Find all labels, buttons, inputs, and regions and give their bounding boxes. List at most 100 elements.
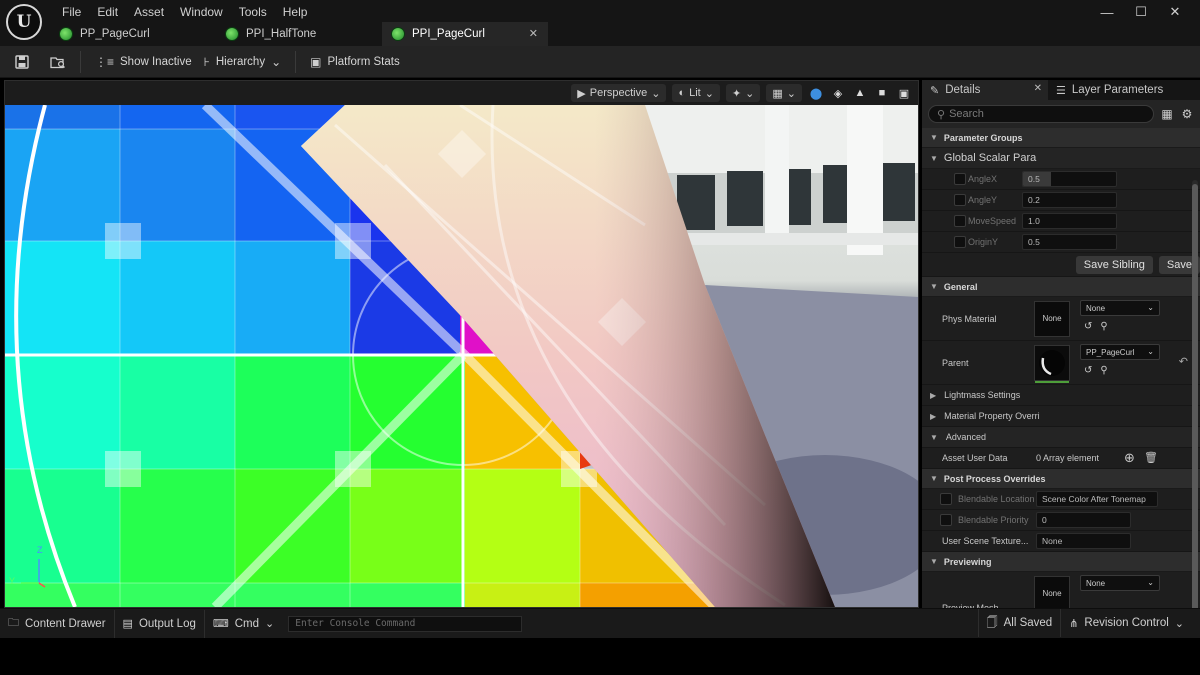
asset-toolbar: ⋮≡ Show Inactive ⊦ Hierarchy ⌄ ▣ Platfor…: [0, 46, 1200, 78]
override-checkbox[interactable]: [954, 215, 966, 227]
console-command-input[interactable]: [295, 618, 516, 629]
asset-user-data-row: Asset User Data 0 Array element ⊕ 🗑: [922, 448, 1200, 469]
override-checkbox[interactable]: [940, 493, 952, 505]
override-checkbox[interactable]: [940, 514, 952, 526]
show-flags-dropdown[interactable]: ✦ ⌄: [725, 84, 761, 102]
close-icon[interactable]: ✕: [1158, 3, 1192, 21]
chevron-down-icon: ⌄: [1174, 617, 1184, 630]
revision-control-icon: ⋔: [1069, 617, 1079, 630]
phys-material-thumbnail[interactable]: None: [1034, 300, 1070, 337]
section-post-process-overrides[interactable]: ▼ Post Process Overrides: [922, 469, 1200, 489]
content-drawer-button[interactable]: 🗀 Content Drawer: [0, 609, 115, 638]
tab-ppi-halftone[interactable]: PPI_HalfTone: [216, 22, 382, 46]
all-saved-button[interactable]: 🗍 All Saved: [977, 609, 1062, 637]
close-icon[interactable]: ✕: [529, 27, 538, 40]
lit-label: Lit: [689, 87, 701, 99]
details-scrollbar[interactable]: [1192, 180, 1198, 608]
console-command-box[interactable]: [288, 615, 523, 632]
parent-combo[interactable]: PP_PageCurl ⌄: [1080, 344, 1160, 360]
param-value-field[interactable]: 1.0: [1022, 213, 1117, 229]
param-value-field[interactable]: 0.5: [1022, 171, 1117, 187]
menu-file[interactable]: File: [54, 4, 89, 20]
section-parameter-groups[interactable]: ▼ Parameter Groups: [922, 128, 1200, 148]
save-sibling-button[interactable]: Save Sibling: [1075, 255, 1153, 274]
cylinder-preview-icon[interactable]: ▲: [852, 85, 868, 101]
preview-settings-dropdown[interactable]: ▦ ⌄: [766, 84, 802, 102]
user-scene-texture-field[interactable]: None: [1036, 533, 1131, 549]
combo-value: Scene Color After Tonemap: [1042, 494, 1146, 504]
override-checkbox[interactable]: [954, 173, 966, 185]
plane-preview-icon[interactable]: ◈: [830, 85, 846, 101]
menu-asset[interactable]: Asset: [126, 4, 172, 20]
table-view-icon[interactable]: ▦: [1160, 107, 1174, 121]
toolbar-separator: [295, 50, 297, 73]
cube-preview-icon[interactable]: ■: [874, 85, 890, 101]
show-inactive-button[interactable]: ⋮≡ Show Inactive: [89, 50, 198, 74]
browse-icon[interactable]: ⚲: [1100, 321, 1107, 332]
tab-layer-parameters[interactable]: ☰ Layer Parameters: [1048, 80, 1171, 100]
menu-window[interactable]: Window: [172, 4, 231, 20]
search-input[interactable]: [949, 108, 1130, 120]
override-checkbox[interactable]: [954, 194, 966, 206]
add-element-icon[interactable]: ⊕: [1124, 450, 1135, 466]
lit-dropdown[interactable]: ◐ Lit ⌄: [672, 84, 720, 102]
show-inactive-label: Show Inactive: [120, 55, 192, 68]
field-value: 0: [1042, 515, 1047, 525]
param-value: 0.2: [1028, 195, 1040, 205]
axis-y-label: Y: [9, 576, 16, 586]
menu-tools[interactable]: Tools: [231, 4, 275, 20]
custom-mesh-preview-icon[interactable]: ▣: [896, 85, 912, 101]
trash-icon[interactable]: 🗑: [1144, 451, 1158, 464]
blendable-location-combo[interactable]: Scene Color After Tonemap: [1036, 491, 1158, 507]
reset-to-default-icon[interactable]: ↶: [1179, 355, 1188, 368]
blendable-priority-field[interactable]: 0: [1036, 512, 1131, 528]
chevron-down-icon: ⌄: [265, 618, 275, 630]
viewport-canvas[interactable]: Z Y: [5, 105, 918, 607]
override-checkbox[interactable]: [954, 236, 966, 248]
unreal-engine-logo-icon[interactable]: U: [6, 4, 42, 40]
revision-control-button[interactable]: ⋔ Revision Control ⌄: [1061, 609, 1192, 637]
asset-type-underline: [1035, 380, 1069, 383]
minimize-icon[interactable]: —: [1090, 3, 1124, 21]
tab-details[interactable]: ✎ Details ✕: [922, 80, 1048, 100]
show-flags-icon: ✦: [731, 87, 742, 100]
group-global-scalar[interactable]: ▼ Global Scalar Para: [922, 148, 1200, 169]
param-value-field[interactable]: 0.2: [1022, 192, 1117, 208]
perspective-dropdown[interactable]: ▶ Perspective ⌄: [571, 84, 667, 102]
menu-edit[interactable]: Edit: [89, 4, 126, 20]
collapse-arrow-icon: ▼: [930, 432, 938, 442]
gear-icon[interactable]: ⚙: [1180, 107, 1194, 121]
material-property-overrides-row[interactable]: ▶ Material Property Overri: [922, 406, 1200, 427]
preview-mesh-thumbnail[interactable]: None: [1034, 575, 1070, 608]
platform-stats-icon: ▣: [310, 54, 322, 69]
tab-pp-pagecurl[interactable]: PP_PageCurl: [50, 22, 216, 46]
tab-ppi-pagecurl[interactable]: PPI_PageCurl ✕: [382, 22, 548, 46]
sphere-preview-icon[interactable]: ⬤: [808, 85, 824, 101]
advanced-row[interactable]: ▼ Advanced: [922, 427, 1200, 448]
save-icon[interactable]: [8, 50, 36, 74]
scrollbar-thumb[interactable]: [1192, 184, 1198, 608]
save-buttons-row: Save Sibling Save: [922, 253, 1200, 277]
section-previewing[interactable]: ▼ Previewing: [922, 552, 1200, 572]
browse-icon[interactable]: ⚲: [1100, 365, 1107, 376]
lit-sphere-icon: ◐: [678, 87, 686, 99]
hierarchy-button[interactable]: ⊦ Hierarchy ⌄: [198, 50, 288, 74]
close-icon[interactable]: ✕: [1034, 83, 1042, 94]
cmd-dropdown[interactable]: ⌨ Cmd ⌄: [205, 610, 282, 638]
output-log-button[interactable]: ▤ Output Log: [115, 609, 205, 638]
menu-help[interactable]: Help: [275, 4, 316, 20]
section-general[interactable]: ▼ General: [922, 277, 1200, 297]
parent-thumbnail[interactable]: [1034, 344, 1070, 383]
phys-material-combo[interactable]: None ⌄: [1080, 300, 1160, 316]
blendable-priority-row: Blendable Priority 0: [922, 510, 1200, 531]
browse-asset-icon[interactable]: [44, 50, 72, 74]
use-selected-icon[interactable]: ↺: [1084, 321, 1092, 332]
use-selected-icon[interactable]: ↺: [1084, 365, 1092, 376]
lightmass-settings-row[interactable]: ▶ Lightmass Settings: [922, 385, 1200, 406]
preview-mesh-combo[interactable]: None ⌄: [1080, 575, 1160, 591]
search-box[interactable]: ⚲: [928, 105, 1154, 123]
maximize-icon[interactable]: ☐: [1124, 3, 1158, 21]
hierarchy-icon: ⊦: [203, 54, 210, 69]
param-value-field[interactable]: 0.5: [1022, 234, 1117, 250]
platform-stats-button[interactable]: ▣ Platform Stats: [304, 50, 406, 74]
